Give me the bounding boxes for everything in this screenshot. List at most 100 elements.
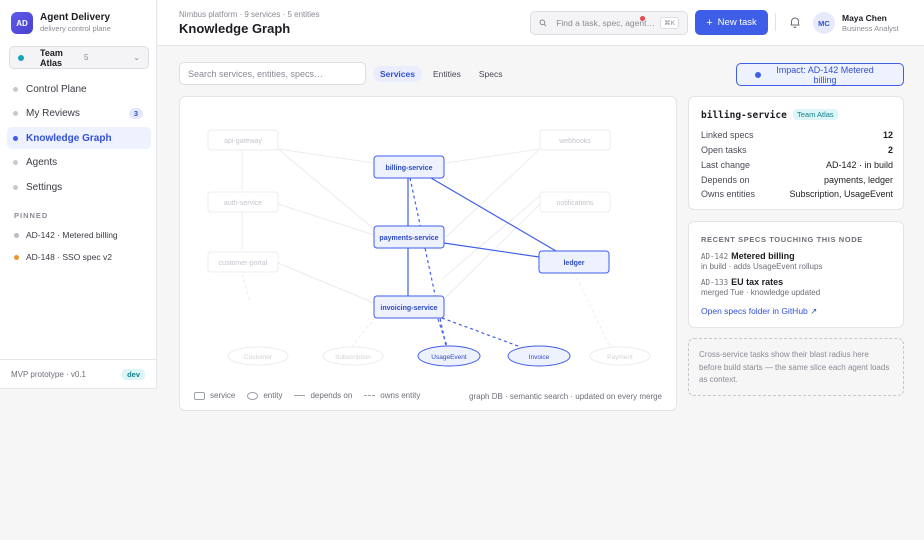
recent-specs-heading: RECENT SPECS TOUCHING THIS NODE <box>701 235 863 244</box>
legend-service-label: service <box>210 391 236 400</box>
pinned-item-ad-148[interactable]: AD-148 · SSO spec v2 <box>14 252 112 262</box>
legend-owns-swatch <box>364 395 376 396</box>
pinned-item-label: AD-148 · SSO spec v2 <box>26 252 112 262</box>
edge-dim <box>573 271 611 348</box>
spec-subtitle: merged Tue · knowledge updated <box>701 288 821 297</box>
edge-invoicing-usageevent <box>437 318 448 347</box>
user-name: Maya Chen <box>842 13 887 23</box>
pinned-heading: PINNED <box>14 211 49 220</box>
breadcrumb: Nimbus platform · 9 services · 5 entitie… <box>179 10 320 19</box>
sidebar-item-settings[interactable]: Settings <box>7 176 151 198</box>
legend-owns-entity: owns entity <box>364 391 420 400</box>
detail-key: Linked specs <box>701 130 754 140</box>
label-notifications: notifications <box>557 200 594 207</box>
detail-value: AD-142 · in build <box>825 160 893 170</box>
edge-dim <box>445 148 541 164</box>
impact-dot-icon <box>755 71 761 78</box>
spec-item-ad-142[interactable]: AD-142 Metered billing <box>701 251 795 261</box>
label-billing-service: billing-service <box>385 165 432 172</box>
label-auth-service: auth-service <box>224 200 262 207</box>
label-invoice: Invoice <box>529 354 550 361</box>
team-name: Team Atlas <box>40 47 63 68</box>
sidebar-item-label: Control Plane <box>26 83 87 95</box>
search-shortcut-hint: ⌘K <box>660 17 679 29</box>
edge-dim <box>277 203 375 236</box>
spec-item-ad-133[interactable]: AD-133 EU tax rates <box>701 277 783 287</box>
nav-dot-icon <box>13 160 18 165</box>
edge-dim <box>277 262 375 304</box>
legend-depends-label: depends on <box>310 391 353 400</box>
detail-row-open-tasks: Open tasks 2 <box>701 145 893 155</box>
tab-services[interactable]: Services <box>373 66 422 82</box>
new-task-button[interactable]: + New task <box>695 10 768 35</box>
reviews-count-badge: 3 <box>128 108 143 119</box>
notification-dot <box>640 16 645 21</box>
detail-value: Subscription, UsageEvent <box>789 189 893 199</box>
label-subscription: Subscription <box>335 354 371 361</box>
label-payment: Payment <box>607 354 633 361</box>
brand-logo: AD <box>11 12 33 34</box>
sidebar-item-label: Settings <box>26 181 63 193</box>
edge-dim <box>241 273 251 303</box>
new-task-label: New task <box>717 17 757 28</box>
sidebar-item-agents[interactable]: Agents <box>7 152 151 174</box>
search-icon <box>539 19 547 27</box>
legend-depends-swatch <box>294 395 306 396</box>
graph-search-input[interactable]: Search services, entities, specs… <box>179 62 366 85</box>
detail-value: payments, ledger <box>823 175 893 185</box>
pinned-item-ad-142[interactable]: AD-142 · Metered billing <box>14 230 118 240</box>
tab-specs[interactable]: Specs <box>472 66 510 82</box>
edge-dim <box>445 148 541 238</box>
tab-entities[interactable]: Entities <box>426 66 468 82</box>
label-invoicing-service: invoicing-service <box>380 305 437 312</box>
open-github-link[interactable]: Open specs folder in GitHub ↗ <box>701 306 817 317</box>
detail-key: Open tasks <box>701 145 747 155</box>
spec-id: AD-142 <box>701 252 729 261</box>
recent-specs-card: RECENT SPECS TOUCHING THIS NODE AD-142 Me… <box>688 221 904 328</box>
nav-dot-icon <box>13 86 18 92</box>
spec-id: AD-133 <box>701 278 729 287</box>
detail-key: Last change <box>701 160 751 170</box>
label-usage-event: UsageEvent <box>431 354 467 361</box>
pin-dot-icon <box>14 232 19 238</box>
team-selector[interactable]: Team Atlas 5 ⌄ <box>9 46 149 69</box>
graph-legend: service entity depends on owns entity <box>194 391 432 400</box>
graph-canvas[interactable]: api-gateway webhooks auth-service notifi… <box>179 96 677 411</box>
edge-dim <box>351 316 377 347</box>
bell-icon[interactable] <box>788 15 802 29</box>
legend-owns-label: owns entity <box>380 391 421 400</box>
sidebar-item-control-plane[interactable]: Control Plane <box>7 78 151 100</box>
plus-icon: + <box>706 16 713 29</box>
detail-row-last-change: Last change AD-142 · in build <box>701 160 893 170</box>
highlight-service-labels: billing-service payments-service ledger … <box>379 165 584 312</box>
detail-row-owns-entities: Owns entities Subscription, UsageEvent <box>701 189 893 199</box>
sidebar-footer: MVP prototype · v0.1 dev <box>0 359 156 389</box>
global-search-input[interactable]: Find a task, spec, agent… ⌘K <box>530 11 688 35</box>
entity-labels: Customer Subscription UsageEvent Invoice… <box>244 354 633 361</box>
avatar[interactable]: MC <box>813 12 835 34</box>
edge-payments-ledger <box>443 242 540 258</box>
detail-row-depends-on: Depends on payments, ledger <box>701 175 893 185</box>
legend-entity: entity <box>247 391 282 400</box>
nav-dot-icon <box>13 184 18 190</box>
detail-value: 2 <box>887 145 893 155</box>
impact-filter-chip[interactable]: Impact: AD-142 Metered billing <box>736 63 904 86</box>
header-divider <box>775 13 776 31</box>
legend-service: service <box>194 391 235 400</box>
pin-dot-icon <box>14 254 19 260</box>
sidebar-item-knowledge-graph[interactable]: Knowledge Graph <box>7 127 151 149</box>
sidebar-item-label: Knowledge Graph <box>26 132 112 144</box>
label-payments-service: payments-service <box>379 235 438 242</box>
edge-invoicing-invoice <box>441 317 519 347</box>
detail-row-linked-specs: Linked specs 12 <box>701 130 893 140</box>
graph-footer: graph DB · semantic search · updated on … <box>469 392 662 401</box>
spec-subtitle: in build · adds UsageEvent rollups <box>701 262 823 271</box>
chevron-down-icon: ⌄ <box>133 53 140 62</box>
brand[interactable]: AD Agent Delivery delivery control plane <box>11 12 111 34</box>
detail-value: 12 <box>882 130 893 140</box>
spec-title: EU tax rates <box>731 277 784 287</box>
edge-billing-ledger <box>430 177 557 252</box>
service-title: billing-service <box>701 110 787 121</box>
sidebar-item-my-reviews[interactable]: My Reviews 3 <box>7 103 151 125</box>
version-text: MVP prototype · v0.1 <box>11 370 86 379</box>
